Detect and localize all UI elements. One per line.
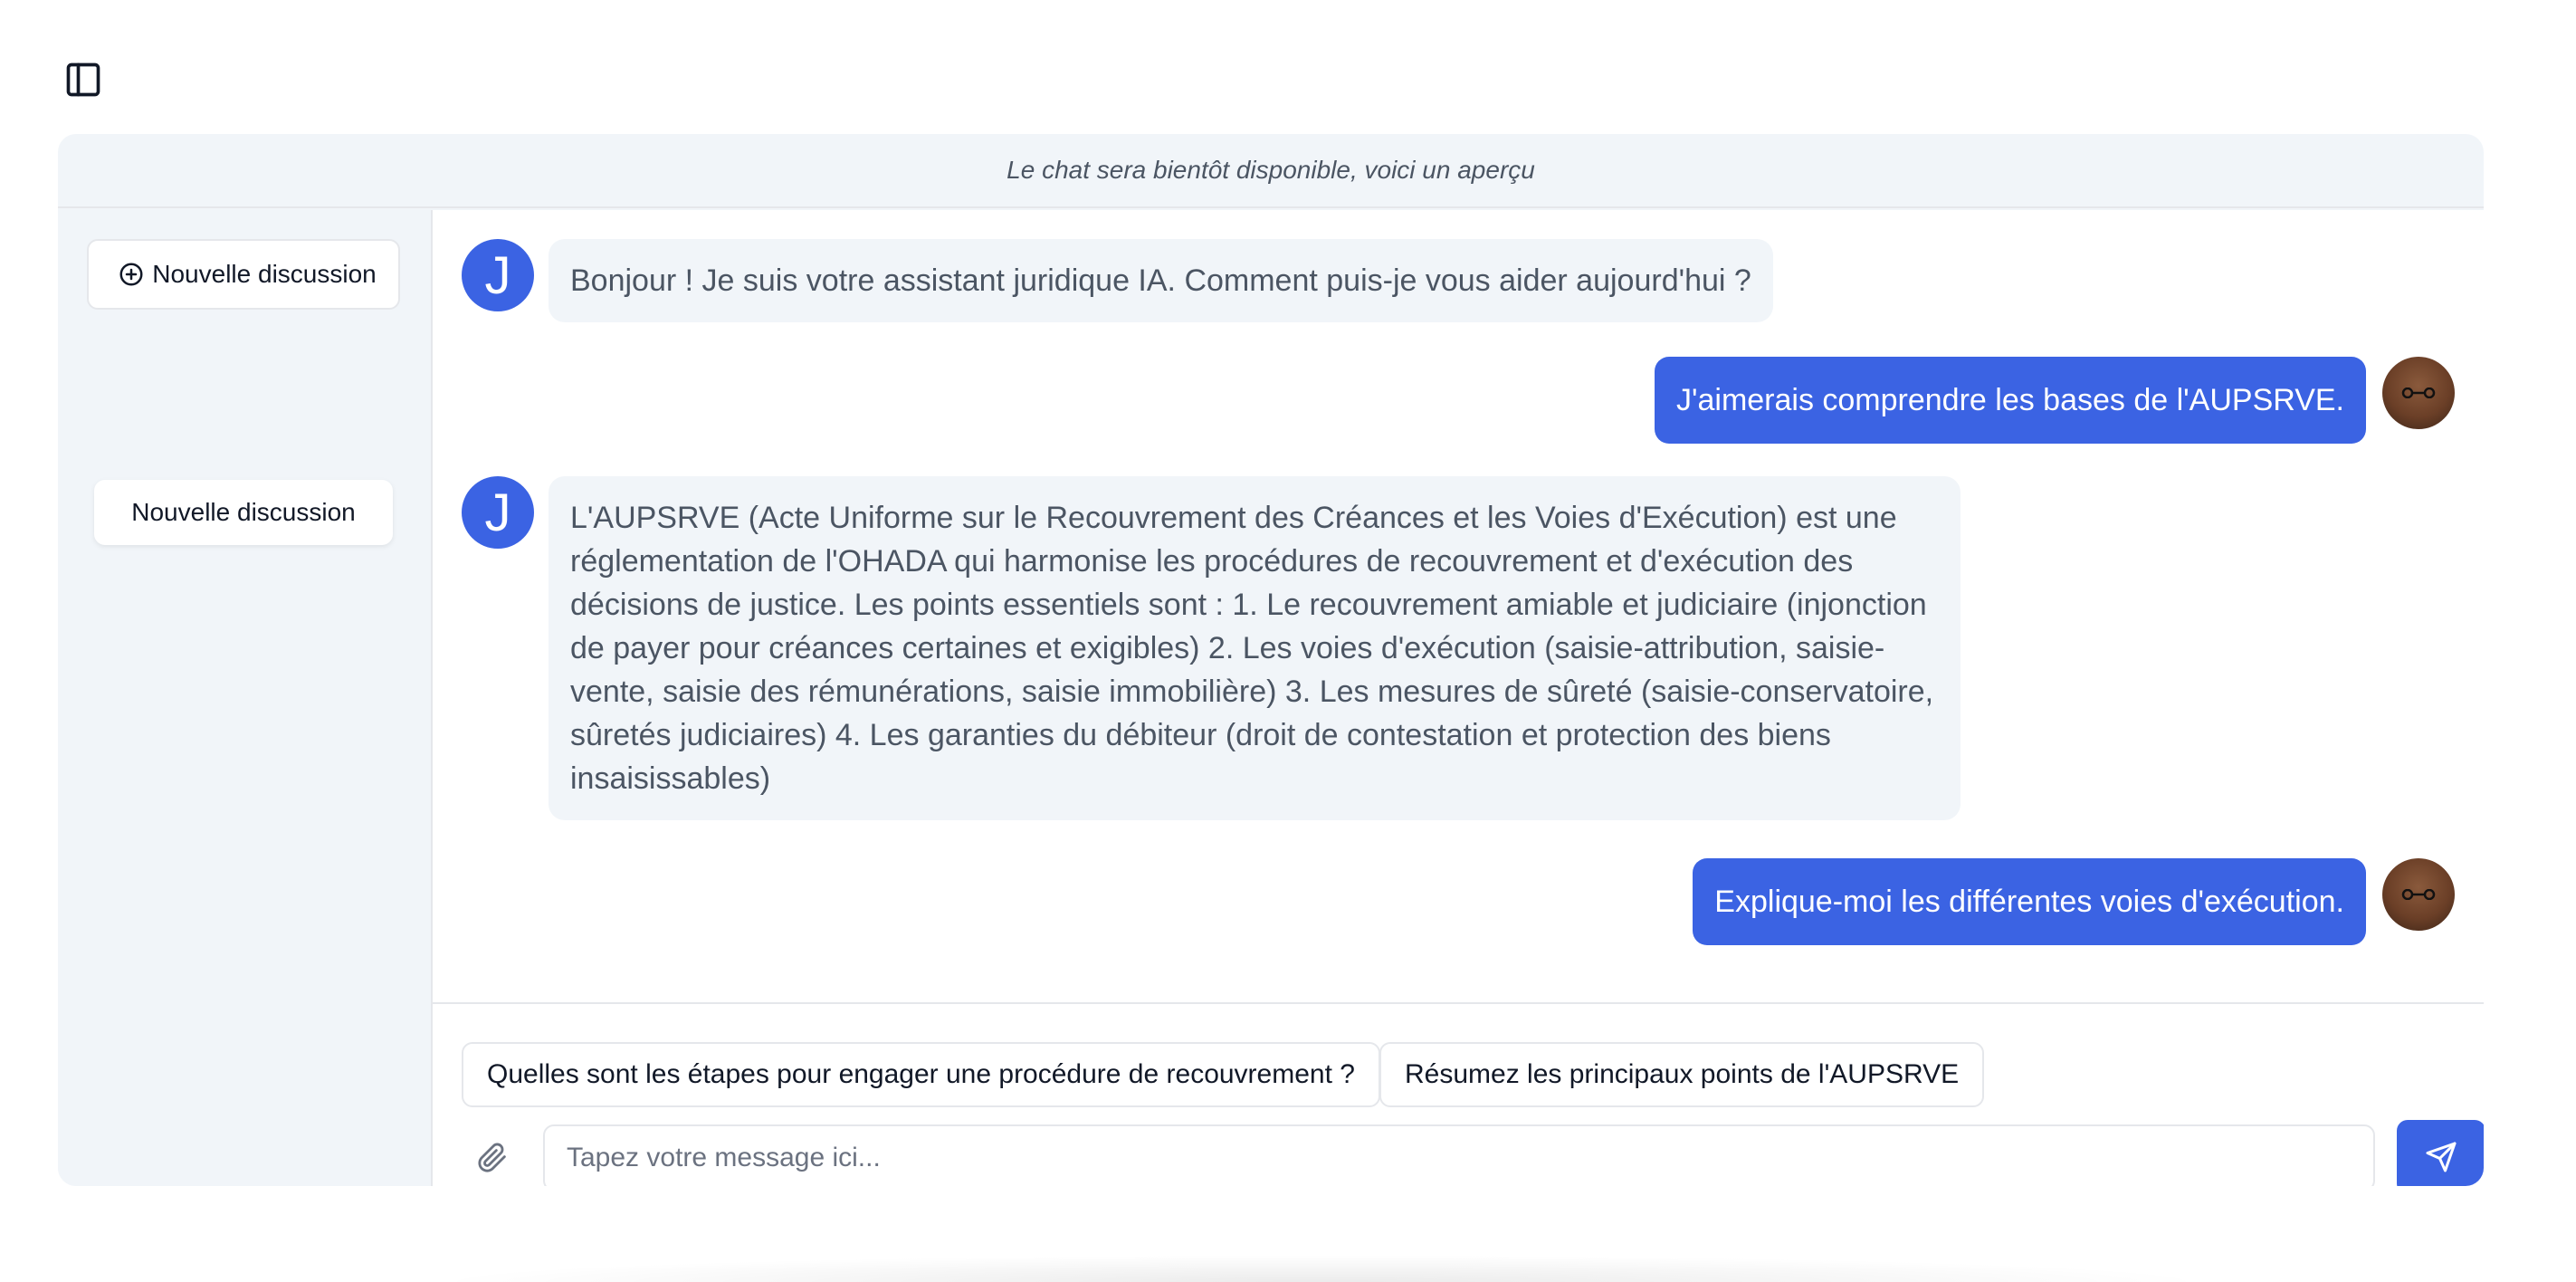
preview-banner: Le chat sera bientôt disponible, voici u… xyxy=(58,134,2484,208)
user-message: J'aimerais comprendre les bases de l'AUP… xyxy=(1654,357,2366,444)
user-message: Explique-moi les différentes voies d'exé… xyxy=(1693,858,2366,945)
send-button[interactable] xyxy=(2397,1120,2484,1186)
sidebar-item-conversation[interactable]: Nouvelle discussion xyxy=(94,480,393,545)
assistant-message: L'AUPSRVE (Acte Uniforme sur le Recouvre… xyxy=(549,476,1961,820)
glasses-icon xyxy=(2401,889,2436,900)
plus-circle-icon xyxy=(119,263,143,286)
glasses-icon xyxy=(2401,387,2436,398)
paperclip-icon xyxy=(478,1143,506,1172)
sidebar-panel-icon xyxy=(66,62,100,97)
assistant-avatar: J xyxy=(462,239,534,311)
suggestion-chip[interactable]: Résumez les principaux points de l'AUPSR… xyxy=(1379,1042,1985,1107)
chat-main: J Bonjour ! Je suis votre assistant juri… xyxy=(433,210,2484,1186)
bottom-shadow xyxy=(425,1255,2218,1282)
chat-panel: Le chat sera bientôt disponible, voici u… xyxy=(58,134,2484,1186)
user-avatar xyxy=(2382,858,2455,931)
user-avatar xyxy=(2382,357,2455,429)
new-chat-label: Nouvelle discussion xyxy=(152,260,377,288)
attach-button[interactable] xyxy=(474,1140,510,1176)
conversation-sidebar: Nouvelle discussion Nouvelle discussion xyxy=(58,210,433,1186)
assistant-message: Bonjour ! Je suis votre assistant juridi… xyxy=(549,239,1773,322)
sidebar-toggle-button[interactable] xyxy=(63,60,103,100)
send-plane-icon xyxy=(2426,1142,2457,1172)
message-input[interactable] xyxy=(543,1124,2375,1186)
composer-divider xyxy=(433,1002,2484,1004)
suggestion-chip[interactable]: Quelles sont les étapes pour engager une… xyxy=(462,1042,1380,1107)
assistant-avatar: J xyxy=(462,476,534,549)
new-chat-button[interactable]: Nouvelle discussion xyxy=(87,239,400,310)
